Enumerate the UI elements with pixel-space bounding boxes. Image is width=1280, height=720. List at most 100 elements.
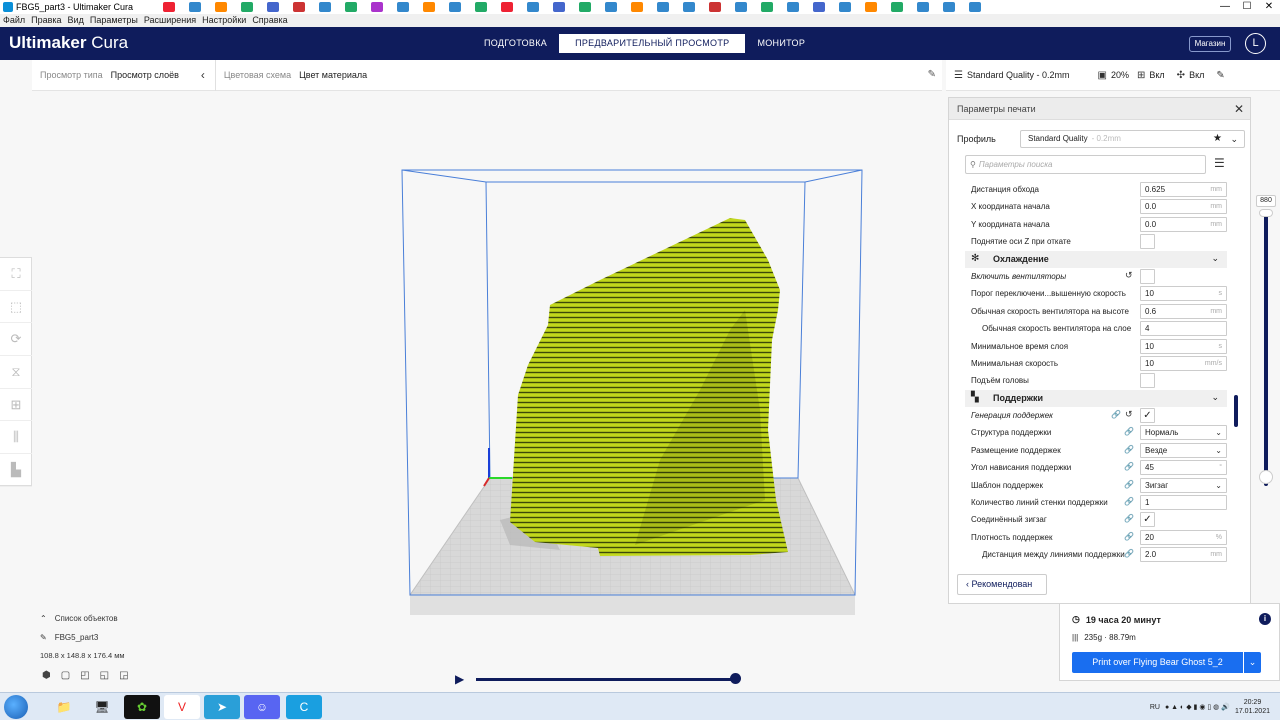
setting-input[interactable]: 0.6 mm (1140, 303, 1227, 319)
settings-list[interactable]: Дистанция обхода 0.625 mm X координата нача… (949, 181, 1239, 565)
pencil-icon[interactable]: ✎ (928, 69, 936, 80)
info-icon[interactable]: i (1259, 613, 1271, 625)
tab-monitor[interactable]: МОНИТОР (745, 34, 817, 53)
view-3d-icon[interactable]: ⬢ (42, 670, 51, 681)
setting-input[interactable]: 45 ° (1140, 460, 1227, 476)
layer-slider-track[interactable] (1264, 213, 1268, 486)
layer-number-input[interactable]: 880 (1256, 195, 1276, 207)
setting-checkbox[interactable] (1140, 268, 1155, 284)
link-icon[interactable]: 🔗 (1111, 410, 1121, 419)
explorer-icon[interactable]: 📁 (46, 695, 82, 719)
tray-icons[interactable]: ● ▲ ◐ ◆ ▮ ◉ ▯ ◍ 🔊 (1165, 703, 1230, 711)
menu-view[interactable]: Вид (68, 14, 84, 27)
setting-select[interactable]: Нормаль ⌄ (1140, 425, 1227, 441)
layflat-tool-icon[interactable]: ▙ (0, 454, 32, 487)
menu-extensions[interactable]: Расширения (144, 14, 196, 27)
maximize-button[interactable]: ☐ (1236, 0, 1258, 14)
color-scheme-value[interactable]: Цвет материала (299, 70, 367, 80)
chevron-down-icon[interactable]: ⌄ (1230, 131, 1238, 147)
setting-checkbox[interactable]: ✓ (1140, 512, 1155, 528)
print-options-dropdown[interactable]: ⌄ (1244, 652, 1261, 673)
settings-category[interactable]: ✻ Охлаждение ⌄ (965, 250, 1227, 268)
menu-file[interactable]: Файл (3, 14, 25, 27)
settings-menu-icon[interactable]: ☰ (1214, 156, 1225, 170)
start-button[interactable] (4, 695, 28, 719)
vivaldi-icon[interactable]: V (164, 695, 200, 719)
close-icon[interactable]: ✕ (1234, 98, 1244, 120)
close-window-button[interactable]: ✕ (1258, 0, 1280, 14)
tab-preview[interactable]: ПРЕДВАРИТЕЛЬНЫЙ ПРОСМОТР (559, 34, 746, 53)
scale-tool-icon[interactable]: ⬚ (0, 291, 32, 324)
telegram-icon[interactable]: ➤ (204, 695, 240, 719)
profile-selector[interactable]: Standard Quality - 0.2mm ★ ⌄ (1020, 130, 1245, 148)
layer-slider-upper-handle[interactable] (1259, 209, 1273, 217)
marketplace-button[interactable]: Магазин (1189, 36, 1231, 52)
setting-input[interactable]: 1 (1140, 495, 1227, 511)
print-settings-bar[interactable]: ☰ Standard Quality - 0.2mm ▣ 20% ⊞ Вкл ✣ Вкл… (946, 60, 1280, 91)
object-list-toggle[interactable]: ⌃ Список объектов (40, 614, 118, 623)
move-tool-icon[interactable]: ⛶ (0, 258, 32, 291)
reset-icon[interactable]: ↺ (1125, 409, 1133, 420)
account-avatar[interactable]: L (1245, 33, 1266, 54)
simulation-slider-track[interactable] (476, 678, 736, 681)
link-icon[interactable]: 🔗 (1124, 549, 1134, 558)
clock[interactable]: 20:29 17.01.2021 (1235, 698, 1270, 716)
chevron-left-icon[interactable]: ‹ (201, 68, 205, 82)
view-front-icon[interactable]: ▢ (61, 670, 70, 681)
setting-input[interactable]: 10 s (1140, 286, 1227, 302)
object-name-row[interactable]: ✎ FBG5_part3 (40, 633, 98, 642)
link-icon[interactable]: 🔗 (1124, 532, 1134, 541)
settings-search-input[interactable]: ⚲ Параметры поиска (965, 155, 1206, 174)
setting-checkbox[interactable]: ✓ (1140, 408, 1155, 424)
discord-icon[interactable]: ☺ (244, 695, 280, 719)
build-volume-scene[interactable] (400, 160, 870, 620)
link-icon[interactable]: 🔗 (1124, 497, 1134, 506)
menu-settings[interactable]: Параметры (90, 14, 138, 27)
settings-category[interactable]: ▚ Поддержки ⌄ (965, 389, 1227, 408)
network-app-icon[interactable]: 🖥 (84, 695, 120, 719)
language-indicator[interactable]: RU (1150, 704, 1160, 711)
rotate-tool-icon[interactable]: ⟳ (0, 323, 32, 357)
reset-icon[interactable]: ↺ (1125, 270, 1133, 281)
setting-input[interactable]: 0.0 mm (1140, 216, 1227, 232)
menu-preferences[interactable]: Настройки (202, 14, 246, 27)
setting-input[interactable]: 10 s (1140, 338, 1227, 354)
per-model-settings-icon[interactable]: ⊞ (0, 389, 32, 422)
setting-input[interactable]: 0.625 mm (1140, 182, 1227, 197)
link-icon[interactable]: 🔗 (1124, 427, 1134, 436)
simulation-slider-handle[interactable] (730, 673, 741, 684)
menu-edit[interactable]: Правка (31, 14, 61, 27)
star-icon[interactable]: ★ (1213, 131, 1222, 147)
link-icon[interactable]: 🔗 (1124, 462, 1134, 471)
setting-input[interactable]: 2.0 mm (1140, 547, 1227, 563)
setting-checkbox[interactable] (1140, 373, 1155, 389)
view-left-icon[interactable]: ◱ (100, 670, 109, 681)
mirror-tool-icon[interactable]: ⧖ (0, 356, 32, 389)
view-type-value[interactable]: Просмотр слоёв (111, 70, 179, 80)
setting-checkbox[interactable] (1140, 234, 1155, 250)
cura-taskbar-icon[interactable]: C (286, 695, 322, 719)
app-icon[interactable]: ✿ (124, 695, 160, 719)
setting-input[interactable]: 0.0 mm (1140, 199, 1227, 215)
print-button[interactable]: Print over Flying Bear Ghost 5_2 (1072, 652, 1243, 673)
support-blocker-icon[interactable]: ⫼ (0, 421, 32, 455)
settings-scrollbar[interactable] (1234, 395, 1238, 427)
menu-help[interactable]: Справка (252, 14, 287, 27)
play-icon[interactable]: ▶ (455, 672, 464, 686)
setting-input[interactable]: 4 (1140, 321, 1227, 337)
link-icon[interactable]: 🔗 (1124, 480, 1134, 489)
view-top-icon[interactable]: ◰ (80, 670, 89, 681)
pencil-icon[interactable]: ✎ (1216, 70, 1224, 81)
view-right-icon[interactable]: ◲ (119, 670, 128, 681)
layer-slider-lower-handle[interactable] (1259, 470, 1273, 484)
setting-select[interactable]: Зигзаг ⌄ (1140, 477, 1227, 493)
link-icon[interactable]: 🔗 (1124, 514, 1134, 523)
setting-select[interactable]: Везде ⌄ (1140, 442, 1227, 458)
link-icon[interactable]: 🔗 (1124, 445, 1134, 454)
minimize-button[interactable]: — (1214, 0, 1236, 14)
recommended-button[interactable]: ‹ Рекомендован (957, 574, 1047, 595)
setting-input[interactable]: 10 mm/s (1140, 355, 1227, 371)
setting-input[interactable]: 20% (1140, 529, 1227, 545)
chevron-down-icon: ⌄ (1215, 428, 1222, 438)
tab-prepare[interactable]: ПОДГОТОВКА (472, 34, 559, 53)
